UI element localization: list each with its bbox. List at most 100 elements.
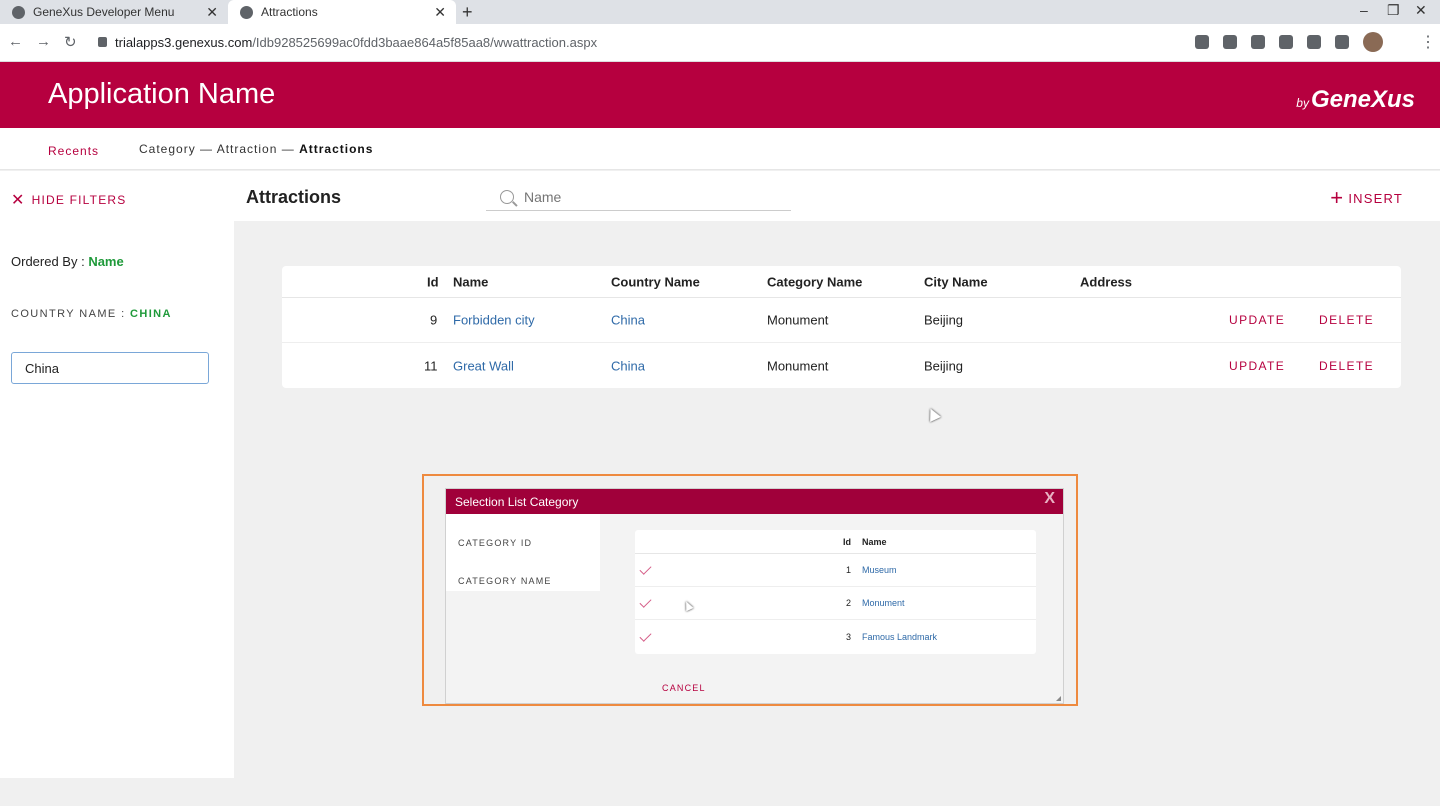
- cancel-button[interactable]: CANCEL: [662, 683, 706, 693]
- category-name-filter[interactable]: CATEGORY NAME: [458, 576, 552, 586]
- breadcrumb-path: Category — Attraction — Attractions: [139, 142, 373, 156]
- list-item[interactable]: 1 Museum: [635, 554, 1036, 587]
- url-field[interactable]: trialapps3.genexus.com/Idb928525699ac0fd…: [92, 29, 1182, 55]
- delete-button[interactable]: DELETE: [1319, 359, 1374, 373]
- forward-icon[interactable]: →: [36, 33, 51, 50]
- search-icon: [500, 189, 514, 204]
- toolbar: ✕ HIDE FILTERS Attractions + INSERT: [0, 171, 1440, 221]
- row-id: 11: [424, 358, 438, 373]
- category-name-link[interactable]: Monument: [862, 598, 905, 608]
- category-name-link[interactable]: Museum: [862, 565, 897, 575]
- address-bar: ← → ↻ trialapps3.genexus.com/Idb92852569…: [0, 24, 1440, 62]
- plus-icon: +: [1330, 185, 1345, 210]
- minimize-icon[interactable]: –: [1360, 2, 1368, 18]
- browser-menu-icon[interactable]: ⋮: [1420, 32, 1436, 52]
- back-icon[interactable]: ←: [8, 33, 23, 50]
- table-row: 11 Great Wall China Monument Beijing UPD…: [282, 343, 1401, 388]
- popup-grid-header: Id Name: [635, 530, 1036, 554]
- row-id: 9: [430, 312, 438, 328]
- app-title: Application Name: [48, 78, 276, 110]
- selection-list-popup: Selection List Category X CATEGORY ID CA…: [445, 488, 1064, 704]
- extensions-icon[interactable]: [1279, 35, 1293, 49]
- brand-name: GeneXus: [1310, 86, 1415, 113]
- browser-tab-bar: GeneXus Developer Menu ✕ Attractions ✕ +…: [0, 0, 1440, 24]
- browser-tab-developer-menu[interactable]: GeneXus Developer Menu ✕: [0, 0, 228, 24]
- url-host: trialapps3.genexus.com: [115, 34, 253, 50]
- app-header: Application Name byGeneXus: [0, 62, 1440, 128]
- row-name-link[interactable]: Forbidden city: [453, 313, 535, 328]
- attractions-grid: Id Name Country Name Category Name City …: [282, 266, 1401, 388]
- category-id-filter[interactable]: CATEGORY ID: [458, 538, 532, 548]
- list-item[interactable]: 2 Monument: [635, 587, 1036, 620]
- lock-icon: [98, 37, 107, 47]
- row-city: Beijing: [924, 358, 964, 373]
- brand-logo: byGeneXus: [1296, 86, 1415, 114]
- cast-icon[interactable]: [1307, 35, 1321, 49]
- drive-icon[interactable]: [1251, 35, 1265, 49]
- close-icon: ✕: [11, 192, 26, 209]
- translate-icon[interactable]: [1195, 35, 1209, 49]
- category-name-link[interactable]: Famous Landmark: [862, 632, 937, 642]
- hide-filters-button[interactable]: ✕ HIDE FILTERS: [11, 190, 126, 210]
- table-row: 9 Forbidden city China Monument Beijing …: [282, 298, 1401, 343]
- search-input[interactable]: [524, 188, 764, 205]
- select-check-icon[interactable]: [639, 562, 652, 575]
- mouse-pointer-icon: [925, 406, 941, 422]
- globe-icon: [12, 5, 25, 19]
- recents-link[interactable]: Recents: [48, 144, 99, 158]
- browser-tab-attractions[interactable]: Attractions ✕: [228, 0, 456, 24]
- hide-filters-label: HIDE FILTERS: [31, 193, 127, 207]
- resize-handle-icon[interactable]: [1056, 696, 1061, 701]
- ordered-by-label: Ordered By :: [11, 254, 89, 269]
- restore-icon[interactable]: ❐: [1387, 2, 1400, 19]
- select-check-icon[interactable]: [639, 629, 652, 642]
- brand-prefix: by: [1296, 96, 1309, 110]
- tab-label: Attractions: [261, 5, 318, 19]
- row-name-link[interactable]: Great Wall: [453, 358, 514, 373]
- reading-list-icon[interactable]: [1335, 35, 1349, 49]
- new-tab-icon[interactable]: +: [462, 2, 473, 23]
- profile-avatar[interactable]: [1363, 32, 1383, 52]
- row-country-link[interactable]: China: [611, 313, 645, 328]
- category-id: 1: [846, 565, 852, 575]
- insert-button[interactable]: + INSERT: [1330, 185, 1403, 211]
- window-close-icon[interactable]: ✕: [1415, 2, 1427, 19]
- popup-filters: CATEGORY ID CATEGORY NAME: [446, 514, 600, 591]
- popup-close-button[interactable]: X: [1044, 490, 1055, 508]
- column-header-name[interactable]: Name: [862, 537, 887, 547]
- category-grid: Id Name 1 Museum 2 Monument 3 Famous Lan…: [635, 530, 1036, 654]
- update-button[interactable]: UPDATE: [1229, 313, 1285, 327]
- column-header-category[interactable]: Category Name: [767, 274, 862, 289]
- ordered-by[interactable]: Ordered By : Name: [11, 254, 124, 269]
- column-header-id[interactable]: Id: [843, 537, 851, 547]
- country-filter-label: COUNTRY NAME :: [11, 308, 130, 320]
- breadcrumb-parents[interactable]: Category — Attraction —: [139, 142, 299, 156]
- reload-icon[interactable]: ↻: [64, 33, 77, 51]
- breadcrumb: Recents Category — Attraction — Attracti…: [0, 128, 1440, 170]
- column-header-country[interactable]: Country Name: [611, 274, 700, 289]
- category-id: 3: [846, 631, 852, 642]
- list-item[interactable]: 3 Famous Landmark: [635, 620, 1036, 653]
- close-icon[interactable]: ✕: [434, 4, 446, 21]
- row-country-link[interactable]: China: [611, 358, 645, 373]
- column-header-city[interactable]: City Name: [924, 274, 988, 289]
- category-id: 2: [846, 598, 852, 608]
- column-header-name[interactable]: Name: [453, 274, 488, 289]
- row-city: Beijing: [924, 312, 964, 328]
- insert-label: INSERT: [1348, 190, 1403, 206]
- update-button[interactable]: UPDATE: [1229, 359, 1285, 373]
- row-category: Monument: [767, 312, 829, 328]
- column-header-address[interactable]: Address: [1080, 274, 1132, 289]
- grid-header: Id Name Country Name Category Name City …: [282, 266, 1401, 298]
- popup-title: Selection List Category: [455, 495, 579, 509]
- column-header-id[interactable]: Id: [427, 274, 439, 289]
- page-title: Attractions: [246, 187, 342, 207]
- select-check-icon[interactable]: [639, 595, 652, 608]
- country-name-filter[interactable]: COUNTRY NAME : CHINA: [11, 308, 172, 320]
- delete-button[interactable]: DELETE: [1319, 313, 1374, 327]
- country-filter-value: CHINA: [130, 308, 172, 320]
- country-filter-input[interactable]: [11, 352, 209, 384]
- ordered-by-value: Name: [88, 254, 124, 269]
- close-icon[interactable]: ✕: [206, 4, 218, 21]
- star-icon[interactable]: [1223, 35, 1237, 49]
